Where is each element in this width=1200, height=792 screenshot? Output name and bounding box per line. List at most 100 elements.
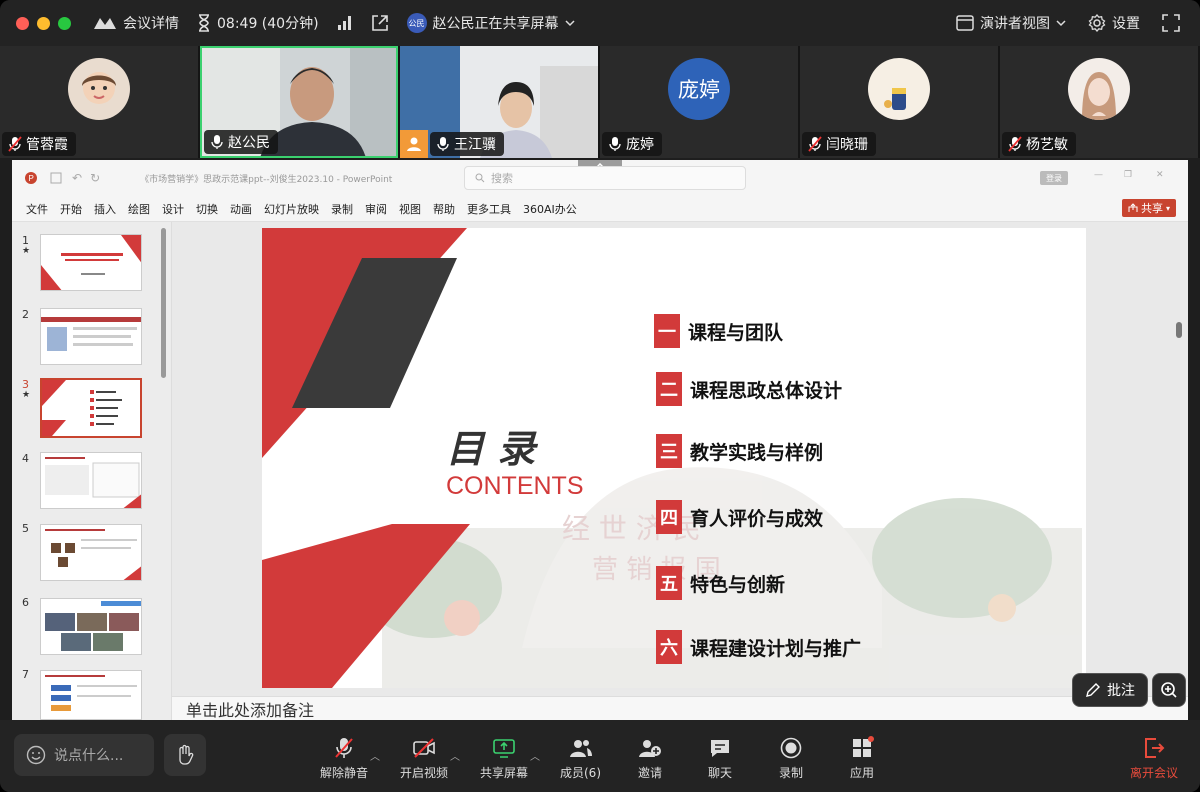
save-icon[interactable] (50, 172, 62, 184)
ppt-minimize-icon[interactable]: — (1094, 170, 1103, 180)
thumbnail-number: 7 (22, 668, 29, 681)
toc-item-1[interactable]: 一 课程与团队 (654, 314, 783, 348)
thumbnail-number: 4 (22, 452, 29, 465)
maximize-window-button[interactable] (58, 16, 71, 30)
toc-item-6[interactable]: 六 课程建设计划与推广 (656, 630, 861, 664)
slide-thumbnail-5[interactable] (40, 524, 142, 581)
toc-text: 课程思政总体设计 (690, 379, 843, 402)
redo-icon[interactable]: ↻ (90, 171, 100, 185)
pop-out-button[interactable] (371, 14, 389, 32)
ppt-restore-icon[interactable]: ❐ (1124, 170, 1132, 180)
share-screen-button[interactable]: 共享屏幕 (480, 736, 528, 781)
chat-button[interactable]: 聊天 (708, 736, 732, 781)
thumbnail-number: 5 (22, 522, 29, 535)
ppt-menu-item[interactable]: 开始 (60, 201, 82, 217)
screen-share-icon (493, 739, 515, 758)
ppt-close-icon[interactable]: ✕ (1156, 170, 1164, 180)
layout-icon (956, 15, 974, 31)
apps-button[interactable]: 应用 (850, 736, 874, 781)
ppt-login-button[interactable]: 登录 (1040, 171, 1068, 185)
slide-thumbnail-3-selected[interactable] (40, 378, 142, 438)
slide-thumbnail-6[interactable] (40, 598, 142, 655)
participant-tile[interactable]: 庞婷 庞婷 (600, 46, 798, 158)
ppt-menu-item[interactable]: 录制 (331, 201, 353, 217)
mic-muted-icon (808, 136, 822, 152)
current-slide[interactable]: 经 世 济 民 营 销 报 国 目 录 CONTENTS 一 课程与团队 二 (262, 228, 1086, 688)
chat-label: 聊天 (708, 766, 733, 780)
quick-chat-input[interactable]: 说点什么... (14, 734, 154, 776)
svg-text:P: P (29, 174, 34, 183)
slide-thumbnail-7[interactable] (40, 670, 142, 720)
participant-tile[interactable]: 管蓉霞 (0, 46, 198, 158)
search-placeholder: 搜索 (491, 172, 513, 185)
meeting-info-label: 会议详情 (123, 16, 179, 32)
unmute-button[interactable]: 解除静音 (320, 736, 368, 781)
ppt-menu-item[interactable]: 切换 (196, 201, 218, 217)
chat-placeholder: 说点什么... (54, 748, 124, 764)
ppt-menu-item[interactable]: 设计 (162, 201, 184, 217)
participant-tile-active-speaker[interactable]: 赵公民 (200, 46, 398, 158)
apps-grid-icon (853, 736, 874, 757)
participant-nameplate: 杨艺敏 (1002, 132, 1076, 156)
close-window-button[interactable] (16, 16, 29, 30)
ppt-menu-item[interactable]: 更多工具 (467, 201, 511, 217)
participant-name: 杨艺敏 (1026, 137, 1068, 153)
participant-tile[interactable]: 闫晓珊 (800, 46, 998, 158)
settings-button[interactable]: 设置 (1088, 13, 1140, 33)
ppt-menu-item[interactable]: 360AI办公 (523, 201, 577, 217)
members-button[interactable]: 成员(6) (560, 736, 601, 781)
raise-hand-button[interactable] (164, 734, 206, 776)
toc-item-5[interactable]: 五 特色与创新 (656, 566, 785, 600)
ppt-menu-item[interactable]: 文件 (26, 201, 48, 217)
fullscreen-icon (1162, 14, 1180, 32)
annotate-button[interactable]: 批注 (1072, 673, 1148, 707)
ppt-search-box[interactable]: 搜索 (464, 166, 746, 190)
ppt-menu-item[interactable]: 帮助 (433, 201, 455, 217)
invite-button[interactable]: 邀请 (638, 736, 662, 781)
ppt-menu-item[interactable]: 幻灯片放映 (264, 201, 319, 217)
video-options-caret[interactable]: ︿ (450, 748, 460, 763)
undo-icon[interactable]: ↶ (72, 171, 82, 185)
minimize-window-button[interactable] (37, 16, 50, 30)
slide-scrollbar[interactable] (1176, 322, 1182, 338)
screen-share-status[interactable]: 公民 赵公民正在共享屏幕 (406, 13, 575, 33)
zoom-button[interactable] (1152, 673, 1186, 707)
leave-meeting-button[interactable]: 离开会议 (1130, 736, 1178, 781)
signal-button[interactable] (337, 15, 353, 31)
start-video-label: 开启视频 (400, 766, 449, 780)
participant-tile[interactable]: 杨艺敏 (1000, 46, 1198, 158)
share-options-caret[interactable]: ︿ (530, 748, 540, 763)
toc-item-2[interactable]: 二 课程思政总体设计 (656, 372, 842, 406)
toc-item-3[interactable]: 三 教学实践与样例 (656, 434, 823, 468)
presenter-view-button[interactable]: 演讲者视图 (956, 13, 1066, 33)
fullscreen-button[interactable] (1162, 14, 1180, 32)
participant-tile[interactable]: 王江骥 (400, 46, 598, 158)
toc-text: 课程建设计划与推广 (690, 637, 862, 660)
notes-pane[interactable]: 单击此处添加备注 (172, 696, 1188, 720)
ppt-menu-item[interactable]: 动画 (230, 201, 252, 217)
thumbnail-scrollbar[interactable] (161, 228, 166, 378)
slide-thumbnail-1[interactable] (40, 234, 142, 291)
participant-nameplate: 闫晓珊 (802, 132, 876, 156)
thumbnail-number: 6 (22, 596, 29, 609)
chevron-down-icon (1056, 20, 1066, 27)
participant-nameplate: 赵公民 (204, 130, 278, 154)
chevron-down-icon (565, 20, 575, 27)
ppt-menu-item[interactable]: 插入 (94, 201, 116, 217)
ppt-menu-item[interactable]: 审阅 (365, 201, 387, 217)
toc-item-4[interactable]: 四 育人评价与成效 (656, 500, 823, 534)
ppt-menu-item[interactable]: 绘图 (128, 201, 150, 217)
ppt-menu-item[interactable]: 视图 (399, 201, 421, 217)
audio-options-caret[interactable]: ︿ (370, 748, 380, 763)
mic-muted-icon (8, 136, 22, 152)
ppt-share-button[interactable]: 共享 ▾ (1121, 199, 1176, 217)
meeting-info-button[interactable]: 会议详情 (93, 13, 179, 33)
share-icon (1128, 203, 1138, 212)
start-video-button[interactable]: 开启视频 (400, 736, 448, 781)
share-status-text: 赵公民正在共享屏幕 (432, 16, 559, 32)
record-button[interactable]: 录制 (779, 736, 803, 781)
slide-thumbnail-4[interactable] (40, 452, 142, 509)
slide-editing-area: 经 世 济 民 营 销 报 国 目 录 CONTENTS 一 课程与团队 二 (172, 222, 1188, 696)
slide-thumbnail-2[interactable] (40, 308, 142, 365)
toc-number: 二 (656, 372, 682, 406)
